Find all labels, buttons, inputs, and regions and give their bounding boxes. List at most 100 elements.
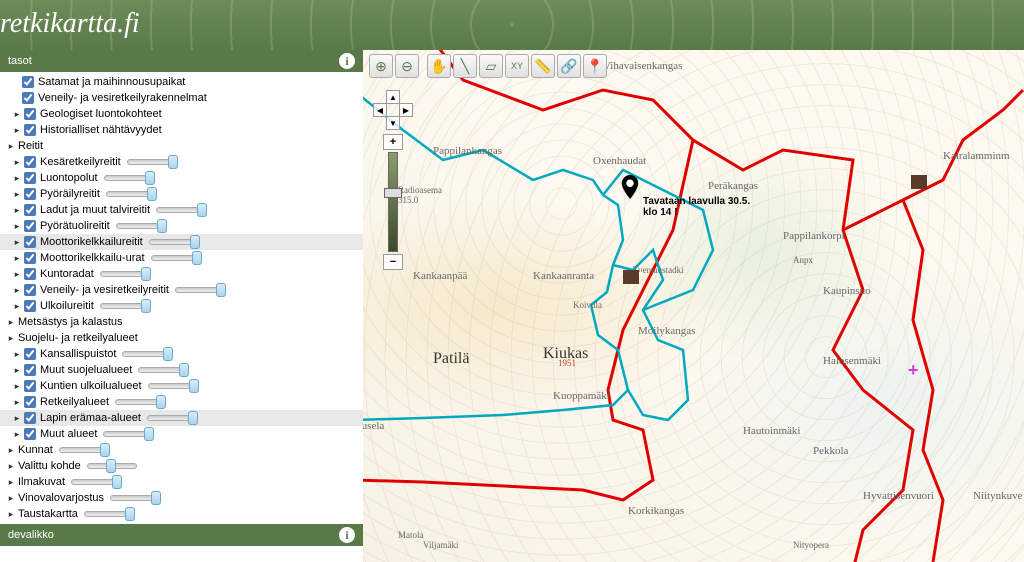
opacity-slider[interactable] (71, 479, 121, 485)
opacity-slider[interactable] (149, 239, 199, 245)
expand-icon[interactable]: ▸ (6, 509, 16, 519)
layer-checkbox[interactable] (24, 204, 36, 216)
layer-checkbox[interactable] (24, 380, 36, 392)
layer-checkbox[interactable] (24, 252, 36, 264)
marker-pin[interactable] (621, 175, 639, 199)
slider-handle[interactable] (151, 491, 161, 505)
expand-icon[interactable]: ▸ (6, 317, 16, 327)
slider-handle[interactable] (179, 363, 189, 377)
layer-checkbox[interactable] (24, 108, 36, 120)
slider-handle[interactable] (112, 475, 122, 489)
expand-icon[interactable]: ▸ (12, 269, 22, 279)
layer-item[interactable]: ▸Retkeilyalueet (0, 394, 363, 410)
layer-item[interactable]: ▸Ilmakuvat (0, 474, 363, 490)
marker-button[interactable]: 📍 (583, 54, 607, 78)
layer-item[interactable]: ▸Veneily- ja vesiretkeilyreitit (0, 282, 363, 298)
layer-item[interactable]: ▸Pyörätuolireitit (0, 218, 363, 234)
opacity-slider[interactable] (116, 223, 166, 229)
opacity-slider[interactable] (100, 271, 150, 277)
slider-handle[interactable] (163, 347, 173, 361)
layer-checkbox[interactable] (24, 268, 36, 280)
slider-handle[interactable] (144, 427, 154, 441)
expand-icon[interactable]: ▸ (12, 189, 22, 199)
layer-checkbox[interactable] (24, 220, 36, 232)
pan-west-button[interactable]: ◀ (373, 103, 387, 117)
zoom-out-slider-button[interactable]: − (383, 254, 403, 270)
zoom-slider-knob[interactable] (384, 188, 402, 198)
expand-icon[interactable]: ▸ (12, 173, 22, 183)
layer-checkbox[interactable] (24, 300, 36, 312)
poi-marker[interactable] (911, 175, 927, 189)
coords-button[interactable]: XY (505, 54, 529, 78)
expand-icon[interactable]: ▸ (6, 461, 16, 471)
layer-checkbox[interactable] (24, 412, 36, 424)
expand-icon[interactable]: ▸ (6, 493, 16, 503)
zoom-in-slider-button[interactable]: + (383, 134, 403, 150)
expand-icon[interactable]: ▸ (12, 125, 22, 135)
slider-handle[interactable] (156, 395, 166, 409)
layer-checkbox[interactable] (24, 396, 36, 408)
layer-item[interactable]: ▸Kansallispuistot (0, 346, 363, 362)
layer-item[interactable]: ▸Moottorikelkkailu-urat (0, 250, 363, 266)
layer-item[interactable]: ▸Suojelu- ja retkeilyalueet (0, 330, 363, 346)
opacity-slider[interactable] (103, 431, 153, 437)
slider-handle[interactable] (100, 443, 110, 457)
layer-item[interactable]: ▸Muut alueet (0, 426, 363, 442)
expand-icon[interactable]: ▸ (6, 141, 16, 151)
opacity-slider[interactable] (122, 351, 172, 357)
opacity-slider[interactable] (147, 415, 197, 421)
layer-item[interactable]: ▸Luontopolut (0, 170, 363, 186)
opacity-slider[interactable] (151, 255, 201, 261)
info-icon[interactable]: i (339, 53, 355, 69)
slider-handle[interactable] (168, 155, 178, 169)
expand-icon[interactable]: ▸ (6, 445, 16, 455)
layer-item[interactable]: ▸Muut suojelualueet (0, 362, 363, 378)
zoom-in-button[interactable]: ⊕ (369, 54, 393, 78)
slider-handle[interactable] (145, 171, 155, 185)
layer-item[interactable]: ▸Ladut ja muut talvireitit (0, 202, 363, 218)
expand-icon[interactable]: ▸ (12, 205, 22, 215)
slider-handle[interactable] (125, 507, 135, 521)
ruler-button[interactable]: 📏 (531, 54, 555, 78)
slider-handle[interactable] (188, 411, 198, 425)
pan-north-button[interactable]: ▲ (386, 90, 400, 104)
link-button[interactable]: 🔗 (557, 54, 581, 78)
opacity-slider[interactable] (59, 447, 109, 453)
layer-checkbox[interactable] (24, 364, 36, 376)
expand-icon[interactable]: ▸ (12, 109, 22, 119)
opacity-slider[interactable] (106, 191, 156, 197)
slider-handle[interactable] (157, 219, 167, 233)
info-icon[interactable]: i (339, 527, 355, 543)
layer-item[interactable]: ▸Kesäretkeilyreitit (0, 154, 363, 170)
layer-item[interactable]: ▸Moottorikelkkailureitit (0, 234, 363, 250)
pan-south-button[interactable]: ▼ (386, 116, 400, 130)
opacity-slider[interactable] (84, 511, 134, 517)
expand-icon[interactable]: ▸ (12, 381, 22, 391)
layer-item[interactable]: ▸Geologiset luontokohteet (0, 106, 363, 122)
slider-handle[interactable] (190, 235, 200, 249)
slider-handle[interactable] (189, 379, 199, 393)
layer-item[interactable]: ▸Ulkoilureitit (0, 298, 363, 314)
opacity-slider[interactable] (87, 463, 137, 469)
layer-item[interactable]: Veneily- ja vesiretkeilyrakennelmat (0, 90, 363, 106)
zoom-slider-track[interactable] (388, 152, 398, 252)
layer-checkbox[interactable] (24, 156, 36, 168)
slider-handle[interactable] (141, 267, 151, 281)
poi-marker[interactable] (623, 270, 639, 284)
expand-icon[interactable]: ▸ (12, 253, 22, 263)
expand-icon[interactable]: ▸ (12, 413, 22, 423)
pan-east-button[interactable]: ▶ (399, 103, 413, 117)
bottom-panel-header[interactable]: devalikko i (0, 524, 363, 546)
layer-checkbox[interactable] (22, 92, 34, 104)
layer-checkbox[interactable] (24, 348, 36, 360)
slider-handle[interactable] (192, 251, 202, 265)
expand-icon[interactable]: ▸ (6, 477, 16, 487)
layer-item[interactable]: ▸Metsästys ja kalastus (0, 314, 363, 330)
measure-line-button[interactable]: ╲ (453, 54, 477, 78)
layer-item[interactable]: ▸Taustakartta (0, 506, 363, 522)
expand-icon[interactable]: ▸ (12, 157, 22, 167)
slider-handle[interactable] (106, 459, 116, 473)
zoom-out-button[interactable]: ⊖ (395, 54, 419, 78)
opacity-slider[interactable] (148, 383, 198, 389)
expand-icon[interactable]: ▸ (12, 397, 22, 407)
